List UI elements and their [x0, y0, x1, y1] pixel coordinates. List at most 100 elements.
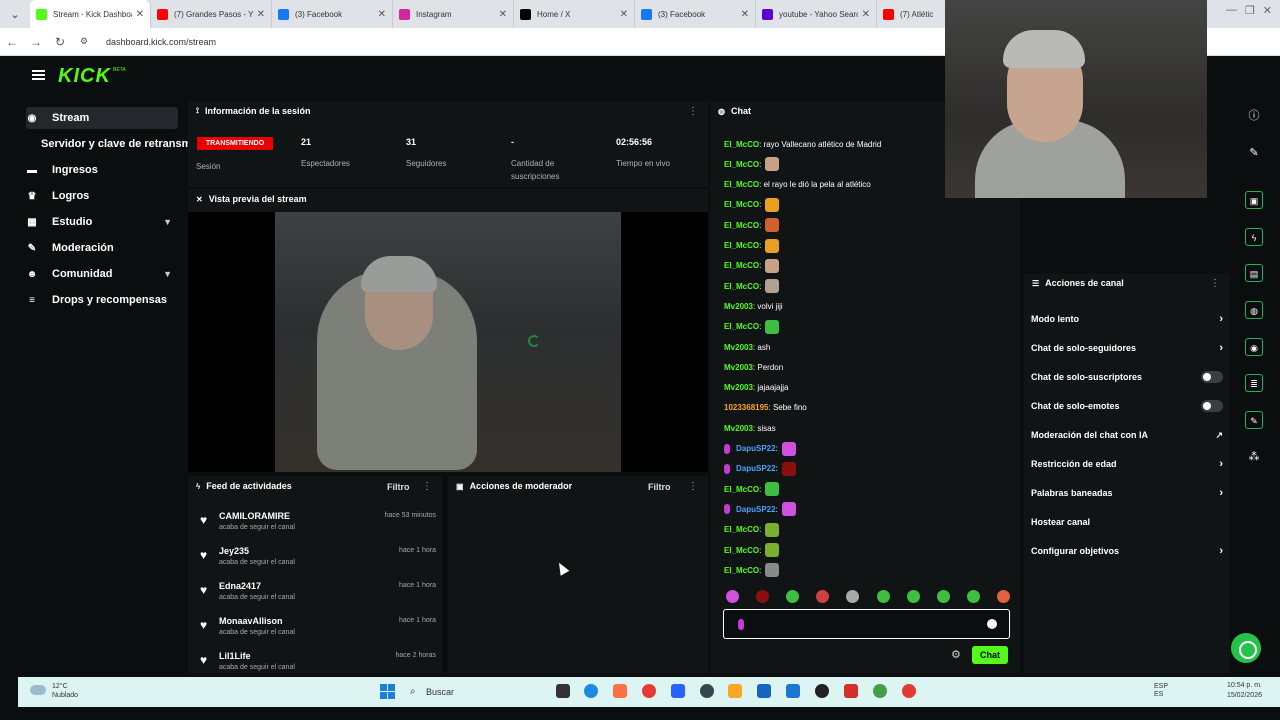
more-options-icon[interactable]: ⋮ — [1210, 278, 1220, 289]
close-tab-icon[interactable]: ✕ — [257, 9, 265, 20]
chat-settings-icon[interactable]: ⚙ — [951, 648, 961, 661]
chat-username[interactable]: Mv2003 — [724, 302, 753, 311]
feed-username[interactable]: MonaavAllison — [219, 616, 283, 626]
edge-icon[interactable] — [584, 684, 598, 698]
weather-widget[interactable]: 12°C Nublado — [52, 682, 78, 700]
feed-filter-button[interactable]: Filtro — [387, 482, 410, 492]
sidebar-item-stream[interactable]: ◉ Stream — [26, 107, 178, 129]
minimize-icon[interactable]: — — [1226, 4, 1237, 17]
chat-username[interactable]: El_McCO — [724, 160, 759, 169]
sidebar-item-community[interactable]: ☻ Comunidad ▼ — [26, 263, 178, 285]
site-info-icon[interactable]: ⚙ — [72, 36, 96, 47]
info-icon[interactable]: ⓘ — [1245, 107, 1263, 125]
emote-icon[interactable] — [906, 590, 920, 603]
channel-action-row[interactable]: Palabras baneadas › — [1031, 484, 1223, 502]
feed-username[interactable]: Lil1Life — [219, 651, 251, 661]
url-field[interactable]: dashboard.kick.com/stream — [106, 37, 216, 47]
browser-tab[interactable]: Stream - Kick Dashboard ✕ — [30, 0, 151, 28]
chat-username[interactable]: El_McCO — [724, 322, 759, 331]
close-tab-icon[interactable]: ✕ — [862, 9, 870, 20]
chat-username[interactable]: El_McCO — [724, 261, 759, 270]
tab-search-icon[interactable]: ⌄ — [0, 8, 30, 21]
channel-action-row[interactable]: Chat de solo-suscriptores — [1031, 368, 1223, 386]
chat-username[interactable]: El_McCO — [724, 282, 759, 291]
kick-logo[interactable]: KICK — [58, 65, 111, 88]
stack-icon[interactable]: ≣ — [1245, 374, 1263, 392]
channel-action-row[interactable]: Restricción de edad › — [1031, 455, 1223, 473]
language-indicator[interactable]: ESP ES — [1154, 683, 1168, 699]
nodes-icon[interactable]: ⁂ — [1245, 448, 1263, 466]
more-options-icon[interactable]: ⋮ — [688, 481, 698, 492]
whatsapp-icon[interactable] — [873, 684, 887, 698]
chat-username[interactable]: El_McCO — [724, 140, 759, 149]
stream-preview-video[interactable] — [188, 212, 708, 472]
send-chat-button[interactable]: Chat — [972, 646, 1008, 664]
clock[interactable]: 10:54 p. m. 15/02/2026 — [1227, 681, 1262, 701]
browser-tab[interactable]: youtube - Yahoo Search ✕ — [756, 0, 877, 28]
browser-tab[interactable]: Instagram ✕ — [393, 0, 514, 28]
app-icon[interactable] — [815, 684, 829, 698]
close-window-icon[interactable]: ✕ — [1263, 4, 1272, 17]
outlook-icon[interactable] — [757, 684, 771, 698]
chat-username[interactable]: El_McCO — [724, 200, 759, 209]
emote-icon[interactable] — [816, 590, 830, 603]
vscode-icon[interactable] — [671, 684, 685, 698]
emote-icon[interactable] — [756, 590, 770, 603]
support-chat-icon[interactable] — [1231, 633, 1261, 663]
channel-action-row[interactable]: Chat de solo-emotes — [1031, 397, 1223, 415]
channel-action-row[interactable]: Modo lento › — [1031, 310, 1223, 328]
more-options-icon[interactable]: ⋮ — [688, 106, 698, 117]
moderator-filter-button[interactable]: Filtro — [648, 482, 671, 492]
feed-username[interactable]: CAMILORAMIRE — [219, 511, 290, 521]
chat-username[interactable]: El_McCO — [724, 485, 759, 494]
chrome-icon[interactable] — [902, 684, 916, 698]
chat-icon[interactable]: ◍ — [1245, 301, 1263, 319]
reload-icon[interactable]: ↻ — [48, 35, 72, 49]
emote-icon[interactable] — [876, 590, 890, 603]
feed-username[interactable]: Jey235 — [219, 546, 249, 556]
emote-icon[interactable] — [846, 590, 860, 603]
sidebar-item-revenue[interactable]: ▬ Ingresos — [26, 159, 178, 181]
bolt-icon[interactable]: ϟ — [1245, 228, 1263, 246]
chat-username[interactable]: El_McCO — [724, 525, 759, 534]
sidebar-item-achievements[interactable]: ♛ Logros — [26, 185, 178, 207]
chat-username[interactable]: Mv2003 — [724, 363, 753, 372]
channel-action-row[interactable]: Chat de solo-seguidores › — [1031, 339, 1223, 357]
menu-icon[interactable] — [32, 70, 45, 80]
browser-tab[interactable]: Home / X ✕ — [514, 0, 635, 28]
sidebar-item-studio[interactable]: ▦ Estudio ▼ — [26, 211, 178, 233]
browser-tab[interactable]: (3) Facebook ✕ — [272, 0, 393, 28]
pen-icon[interactable]: ✎ — [1245, 144, 1263, 162]
chat-username[interactable]: DapuSP22 — [736, 505, 776, 514]
chat-username[interactable]: Mv2003 — [724, 424, 753, 433]
emote-icon[interactable] — [966, 590, 980, 603]
chat-username[interactable]: El_McCO — [724, 546, 759, 555]
emote-icon[interactable] — [996, 590, 1010, 603]
chrome-icon[interactable] — [642, 684, 656, 698]
chat-username[interactable]: El_McCO — [724, 241, 759, 250]
toggle-switch[interactable] — [1201, 371, 1223, 383]
browser-tab[interactable]: (7) Grandes Pasos - YouTube ✕ — [151, 0, 272, 28]
emote-icon[interactable] — [936, 590, 950, 603]
chat-username[interactable]: El_McCO — [724, 221, 759, 230]
emote-icon[interactable] — [726, 590, 739, 603]
close-tab-icon[interactable]: ✕ — [499, 9, 507, 20]
forward-icon[interactable]: → — [24, 35, 48, 49]
store-icon[interactable] — [786, 684, 800, 698]
channel-action-row[interactable]: Moderación del chat con IA ↗ — [1031, 426, 1223, 444]
more-options-icon[interactable]: ⋮ — [422, 481, 432, 492]
chat-username[interactable]: Mv2003 — [724, 343, 753, 352]
sidebar-item-drops[interactable]: ≡ Drops y recompensas — [26, 289, 178, 311]
windows-start-icon[interactable] — [380, 684, 395, 699]
capcut-icon[interactable] — [844, 684, 858, 698]
chat-username[interactable]: DapuSP22 — [736, 464, 776, 473]
taskbar-search[interactable]: ⌕ Buscar — [404, 682, 528, 702]
sidebar-item-moderation[interactable]: ✎ Moderación — [26, 237, 178, 259]
chat-username[interactable]: Mv2003 — [724, 383, 753, 392]
collapse-icon[interactable]: ✕ — [196, 195, 203, 204]
channel-action-row[interactable]: Hostear canal — [1031, 513, 1223, 531]
document-icon[interactable]: ▤ — [1245, 264, 1263, 282]
chat-username[interactable]: DapuSP22 — [736, 444, 776, 453]
close-tab-icon[interactable]: ✕ — [741, 9, 749, 20]
obs-icon[interactable] — [700, 684, 714, 698]
